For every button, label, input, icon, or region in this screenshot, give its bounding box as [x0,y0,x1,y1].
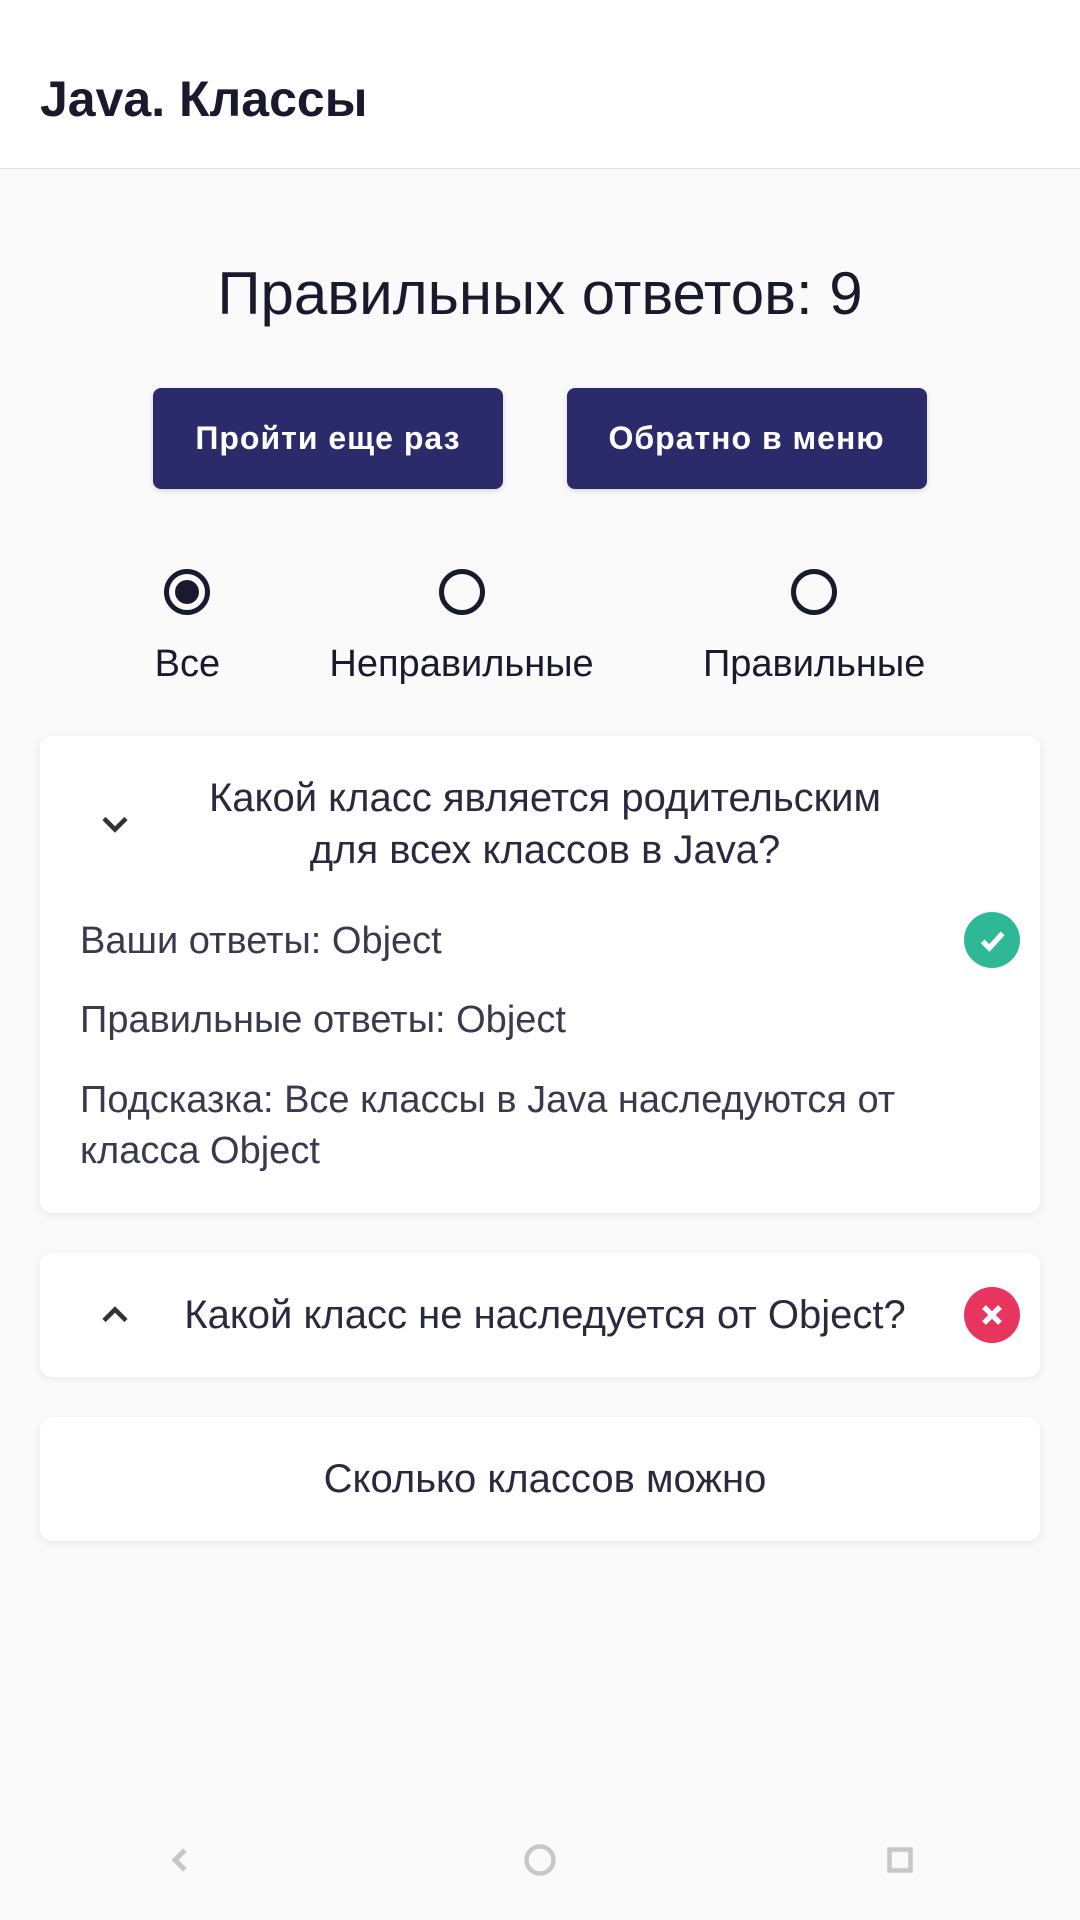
close-icon [964,1287,1020,1343]
question-body: Ваши ответы: Object Правильные ответы: O… [60,876,1020,1177]
chevron-down-icon [90,799,140,849]
filter-label-all: Все [155,643,220,686]
page-title: Java. Классы [40,70,1040,128]
radio-icon [164,569,210,615]
question-header[interactable]: Сколько классов можно [60,1453,1020,1505]
question-card: Какой класс является родительским для вс… [40,736,1040,1213]
hint-text: Подсказка: Все классы в Java наследуются… [80,1075,1000,1178]
radio-icon [791,569,837,615]
system-nav-bar [0,1800,1080,1920]
filter-row: Все Неправильные Правильные [40,569,1040,686]
question-header[interactable]: Какой класс не наследуется от Object? [60,1289,1020,1341]
filter-label-incorrect: Неправильные [329,643,593,686]
question-text: Сколько классов можно [180,1453,990,1505]
back-to-menu-button[interactable]: Обратно в меню [567,388,927,489]
chevron-up-icon [90,1290,140,1340]
correct-answer: Правильные ответы: Object [80,995,1000,1046]
question-header[interactable]: Какой класс является родительским для вс… [60,772,1020,876]
question-text: Какой класс не наследуется от Object? [180,1289,990,1341]
action-buttons: Пройти еще раз Обратно в меню [40,388,1040,489]
retry-button[interactable]: Пройти еще раз [153,388,502,489]
question-card: Какой класс не наследуется от Object? [40,1253,1040,1377]
question-card: Сколько классов можно [40,1417,1040,1541]
filter-all[interactable]: Все [155,569,220,686]
question-text: Какой класс является родительским для вс… [180,772,990,876]
nav-home-icon[interactable] [515,1835,565,1885]
nav-back-icon[interactable] [155,1835,205,1885]
filter-label-correct: Правильные [703,643,925,686]
check-icon [964,912,1020,968]
nav-recent-icon[interactable] [875,1835,925,1885]
your-answer: Ваши ответы: Object [80,916,1000,967]
score-label: Правильных ответов: 9 [40,259,1040,328]
radio-icon [439,569,485,615]
filter-incorrect[interactable]: Неправильные [329,569,593,686]
filter-correct[interactable]: Правильные [703,569,925,686]
main-content: Правильных ответов: 9 Пройти еще раз Обр… [0,169,1080,1621]
app-header: Java. Классы [0,0,1080,169]
